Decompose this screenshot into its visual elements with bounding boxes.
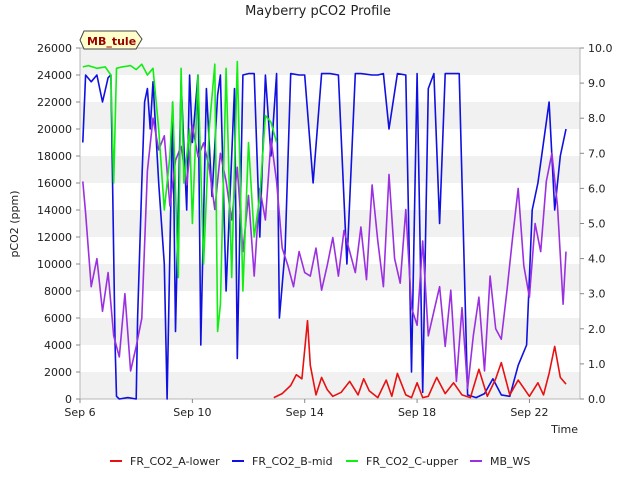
y-tick-label: 26000 [37,42,72,55]
grid-band [80,264,580,291]
grid-band [80,156,580,183]
y-tick-label: 6000 [44,312,72,325]
y-axis-label: pCO2 (ppm) [8,190,21,257]
y-tick-label: 20000 [37,123,72,136]
legend-label: FR_CO2_B-mid [252,455,333,468]
y-tick-label: 0 [65,393,72,406]
x-tick-label: Sep 18 [398,406,436,419]
legend-label: FR_CO2_C-upper [366,455,459,468]
x-tick-label: Sep 10 [173,406,211,419]
x-axis-label: Time [550,423,578,436]
y2-tick-label: 7.0 [588,147,606,160]
y-axis-right: 0.0 1.0 2.0 3.0 4.0 5.0 6.0 7.0 8.0 9.0 10.0 [580,42,613,406]
grid-band [80,210,580,237]
y2-tick-label: 8.0 [588,112,606,125]
y2-tick-label: 0.0 [588,393,606,406]
y-tick-label: 8000 [44,285,72,298]
y2-tick-label: 2.0 [588,323,606,336]
y-tick-label: 4000 [44,339,72,352]
legend-label: MB_WS [490,455,530,468]
grid-band [80,48,580,75]
y-tick-label: 22000 [37,96,72,109]
y2-tick-label: 6.0 [588,182,606,195]
y-tick-label: 2000 [44,366,72,379]
y2-tick-label: 4.0 [588,253,606,266]
y2-tick-label: 1.0 [588,358,606,371]
x-tick-label: Sep 6 [64,406,95,419]
chart-title: Mayberry pCO2 Profile [245,4,391,19]
grid-bands [80,48,580,399]
annotation-label: MB_tule [87,35,136,48]
annotation-box: MB_tule [79,30,143,50]
legend: FR_CO2_A-lower FR_CO2_B-mid FR_CO2_C-upper… [110,455,530,468]
y2-tick-label: 10.0 [588,42,613,55]
y-tick-label: 10000 [37,258,72,271]
y-tick-label: 14000 [37,204,72,217]
y-axis-left: 0 2000 4000 6000 8000 10000 12000 14000 16000 180… [37,42,80,406]
grid-band [80,318,580,345]
y-tick-label: 16000 [37,177,72,190]
x-tick-label: Sep 22 [510,406,548,419]
chart-svg: Sep 6 Sep 10 Sep 14 Sep 18 Sep 22 0 2000 4000 6… [8,4,613,468]
y-tick-label: 24000 [37,69,72,82]
legend-label: FR_CO2_A-lower [130,455,220,468]
y-tick-label: 18000 [37,150,72,163]
y2-tick-label: 5.0 [588,218,606,231]
x-tick-label: Sep 14 [286,406,324,419]
y2-tick-label: 3.0 [588,288,606,301]
y-tick-label: 12000 [37,231,72,244]
x-axis: Sep 6 Sep 10 Sep 14 Sep 18 Sep 22 [64,399,549,419]
y2-tick-label: 9.0 [588,77,606,90]
